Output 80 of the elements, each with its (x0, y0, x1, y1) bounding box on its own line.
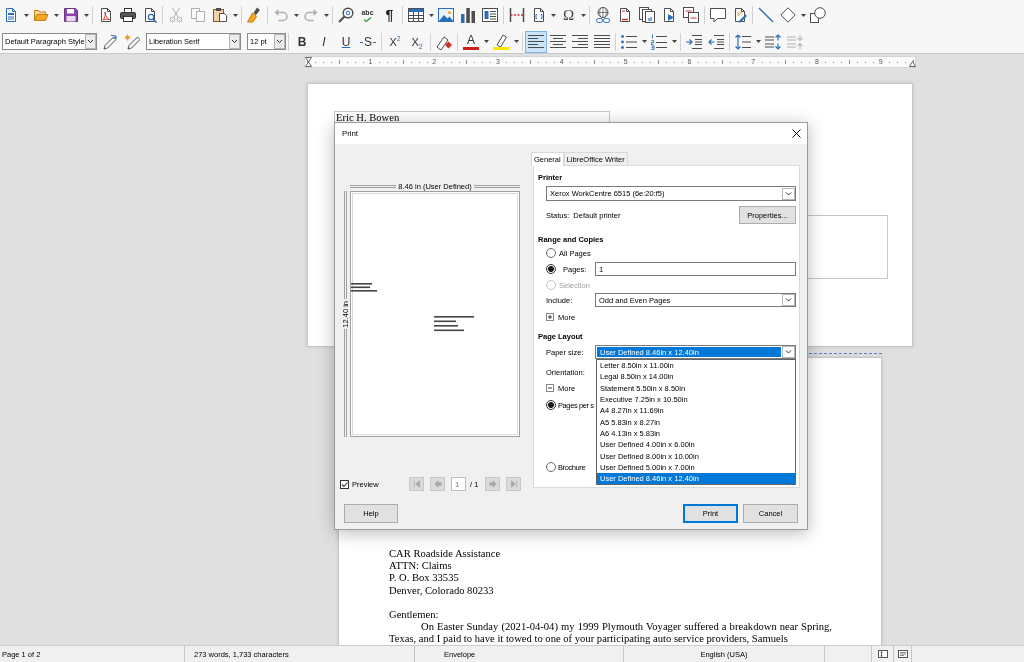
chevron-down-icon[interactable] (85, 34, 96, 49)
chevron-down-icon[interactable] (229, 34, 240, 49)
caret-icon[interactable] (513, 40, 519, 43)
caret-icon[interactable] (800, 13, 806, 17)
caret-icon[interactable] (232, 13, 238, 17)
address-line: CAR Roadside Assistance (389, 548, 502, 561)
italic-button[interactable]: I (316, 33, 332, 50)
document-arrow-icon[interactable] (661, 7, 677, 23)
table-icon[interactable] (408, 7, 424, 23)
line-icon[interactable] (758, 7, 774, 23)
align-center-icon[interactable] (550, 33, 566, 50)
radio-button[interactable] (546, 248, 556, 258)
diamond-icon[interactable] (780, 7, 796, 23)
document-icon[interactable] (3, 7, 19, 23)
line-spacing-icon[interactable] (735, 33, 751, 50)
text-cursor-box-icon[interactable] (877, 650, 888, 658)
underline-button[interactable]: U (338, 33, 354, 50)
globe-link-icon[interactable] (595, 7, 611, 23)
text-box-icon[interactable] (482, 7, 498, 23)
outdent-icon[interactable] (708, 33, 724, 50)
overlapping-pages-icon[interactable] (683, 7, 699, 23)
indent-icon[interactable] (686, 33, 702, 50)
salutation: Gentlemen: (389, 609, 440, 622)
address-line: P. O. Box 33535 (389, 572, 460, 585)
bold-button[interactable]: B (294, 33, 310, 50)
footnote-icon[interactable] (617, 7, 633, 23)
caret-icon[interactable] (53, 13, 59, 17)
chevron-down-icon[interactable] (274, 34, 285, 49)
clipboard-icon[interactable] (212, 7, 228, 23)
close-icon[interactable] (792, 129, 801, 138)
document-icon[interactable] (897, 650, 908, 658)
font-color-button[interactable]: A (463, 33, 479, 50)
stacked-pages-icon[interactable] (639, 7, 655, 23)
address-line: ATTN: Claims (389, 560, 453, 573)
caret-icon[interactable] (483, 40, 489, 43)
checkbox[interactable] (340, 479, 349, 489)
radio-button[interactable] (546, 264, 556, 274)
arrow-left-icon (433, 480, 442, 488)
address-line: Denver, Colorado 80233 (389, 584, 495, 597)
justify-icon[interactable] (594, 33, 610, 50)
arrow-right-icon (488, 480, 497, 488)
search-icon[interactable] (337, 7, 354, 23)
caret-icon[interactable] (755, 40, 761, 43)
radio-button[interactable] (546, 400, 556, 410)
superscript-button[interactable]: X$^{2}$ (387, 33, 403, 50)
align-left-icon[interactable] (525, 30, 547, 53)
check-icon (363, 16, 372, 22)
caret-icon[interactable] (641, 40, 647, 43)
caret-icon[interactable] (83, 13, 89, 17)
skip-to-end-icon (509, 480, 518, 488)
letter-paragraph: On Easter Sunday (2021-04-04) my 1999 Plymouth Voyager suffered a breakdown near Spring, Texas, and I paid to have it towed to one of your participating auto service providers, Samuels (389, 621, 832, 645)
page-break-icon[interactable] (508, 7, 525, 23)
skip-to-start-icon (412, 480, 421, 488)
printer-icon[interactable] (119, 7, 136, 23)
shapes-icon[interactable] (810, 7, 826, 23)
indent-marker-icon[interactable] (909, 61, 916, 67)
pen-arrow-icon[interactable] (102, 33, 118, 50)
pen-sparkle-icon[interactable] (124, 33, 140, 50)
image-icon[interactable] (438, 7, 454, 23)
caret-icon[interactable] (428, 13, 434, 17)
highlighter-icon[interactable] (493, 33, 509, 50)
bar-chart-icon[interactable] (460, 7, 476, 23)
caret-icon[interactable] (581, 13, 586, 17)
align-right-icon[interactable] (572, 33, 588, 50)
sender-name: Eric H. Bowen (336, 112, 400, 123)
caret-icon[interactable] (671, 40, 677, 43)
collapse-icon[interactable] (546, 384, 554, 392)
speech-bubble-icon[interactable] (709, 7, 726, 23)
caret-icon[interactable] (551, 13, 556, 17)
special-character-button[interactable]: Ω (560, 7, 577, 23)
paragraph-spacing-icon[interactable] (765, 33, 781, 50)
formatting-marks-button[interactable]: ¶ (381, 7, 398, 23)
bulleted-list-icon[interactable] (621, 33, 637, 50)
paintbrush-icon[interactable] (246, 7, 263, 23)
numbered-list-icon[interactable] (651, 33, 667, 50)
radio-button[interactable] (546, 462, 556, 472)
expand-icon[interactable] (546, 313, 554, 321)
indent-marker-icon[interactable] (305, 57, 312, 67)
caret-icon[interactable] (23, 13, 29, 17)
subscript-button[interactable]: X$_{2}$ (409, 33, 425, 50)
